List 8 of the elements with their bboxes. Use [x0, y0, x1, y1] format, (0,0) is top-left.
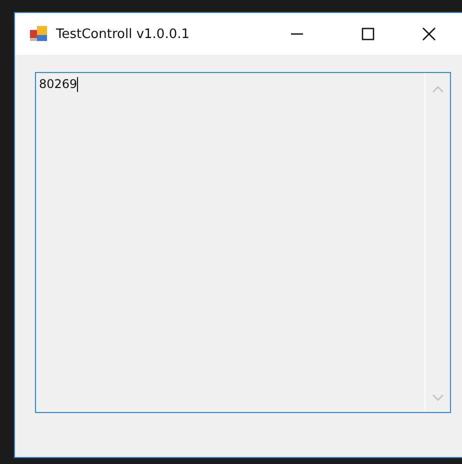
window-title: TestControll v1.0.0.1: [56, 26, 191, 42]
text-area[interactable]: 80269: [35, 72, 451, 413]
maximize-icon: [361, 27, 375, 41]
close-icon: [422, 27, 436, 41]
scroll-up-icon[interactable]: [432, 85, 444, 93]
app-icon: [30, 26, 48, 42]
text-value: 80269: [39, 77, 78, 91]
scroll-down-icon[interactable]: [432, 394, 444, 402]
